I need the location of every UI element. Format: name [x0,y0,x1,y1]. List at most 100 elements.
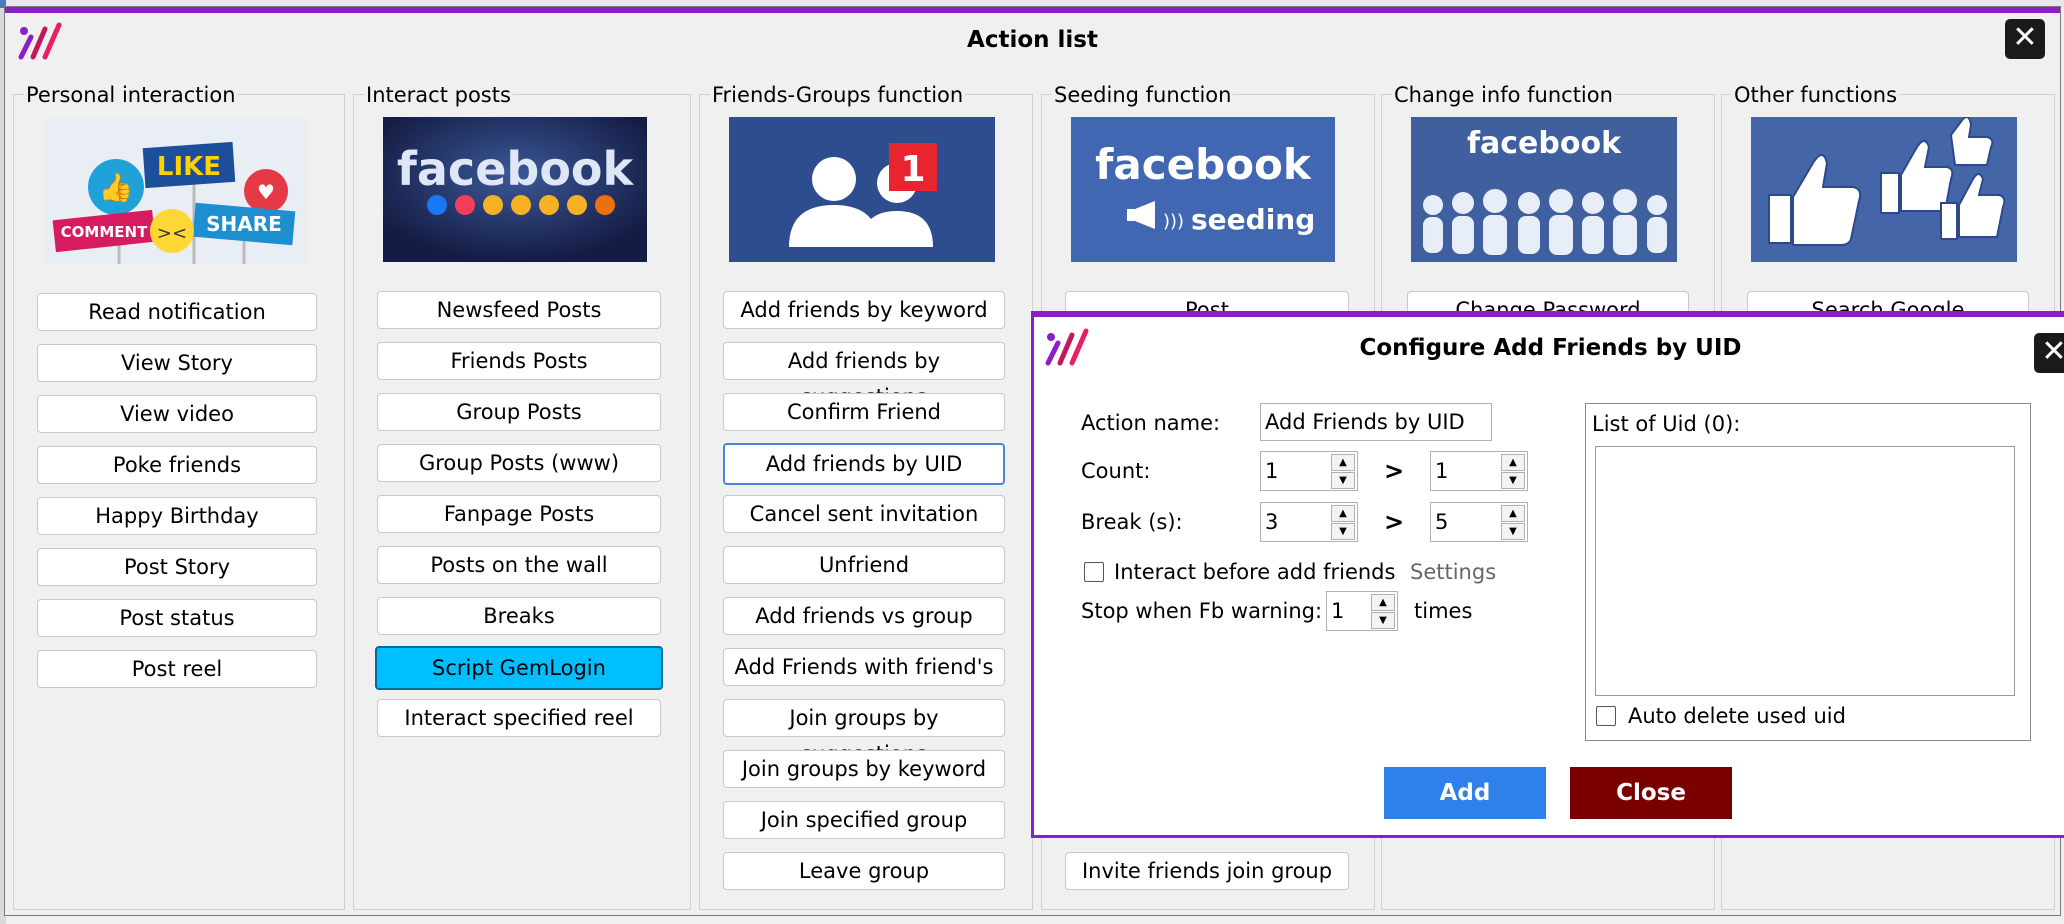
spin-up-icon[interactable]: ▲ [1501,454,1525,471]
break-min-value: 3 [1265,510,1279,534]
btn-friends-posts[interactable]: Friends Posts [377,342,661,380]
group-label: Personal interaction [24,83,238,107]
btn-unfriend[interactable]: Unfriend [723,546,1005,584]
break-label: Break (s): [1081,510,1183,534]
dialog-title: Configure Add Friends by UID [1359,335,1742,361]
break-min-stepper[interactable]: 3 ▲ ▼ [1260,502,1358,542]
group-label: Interact posts [364,83,513,107]
window-close-button[interactable]: ✕ [2005,19,2045,59]
break-max-value: 5 [1435,510,1449,534]
btn-group-posts[interactable]: Group Posts [377,393,661,431]
spin-up-icon[interactable]: ▲ [1331,505,1355,522]
like-comment-share-image: 👍 LIKE ♥ SHARE COMMENT >< [44,119,308,264]
btn-join-groups-by-keyword[interactable]: Join groups by keyword [723,750,1005,788]
count-max-stepper[interactable]: 1 ▲ ▼ [1430,451,1528,491]
svg-text:seeding: seeding [1191,203,1315,236]
btn-poke-friends[interactable]: Poke friends [37,446,317,484]
btn-happy-birthday[interactable]: Happy Birthday [37,497,317,535]
close-icon: ✕ [2041,334,2064,369]
btn-newsfeed-posts[interactable]: Newsfeed Posts [377,291,661,329]
btn-add-friends-with-friends[interactable]: Add Friends with friend's [723,648,1005,686]
btn-view-video[interactable]: View video [37,395,317,433]
btn-add-friends-by-keyword[interactable]: Add friends by keyword [723,291,1005,329]
btn-leave-group[interactable]: Leave group [723,852,1005,890]
btn-add-friends-vs-group[interactable]: Add friends vs group [723,597,1005,635]
btn-confirm-friend[interactable]: Confirm Friend [723,393,1005,431]
group-label: Change info function [1392,83,1615,107]
count-max-value: 1 [1435,459,1449,483]
btn-invite-friends-join-group[interactable]: Invite friends join group [1065,852,1349,890]
btn-posts-on-the-wall[interactable]: Posts on the wall [377,546,661,584]
btn-cancel-sent-invitation[interactable]: Cancel sent invitation [723,495,1005,533]
facebook-seeding-image: facebook ))) seeding [1071,117,1335,262]
facebook-crowd-image: facebook [1411,117,1677,262]
btn-join-groups-by-suggestions[interactable]: Join groups by suggestions [723,699,1005,766]
svg-text:👍: 👍 [99,171,134,204]
svg-text:><: >< [157,223,187,244]
svg-text:SHARE: SHARE [206,212,282,236]
stop-warning-label: Stop when Fb warning: [1081,599,1323,623]
auto-delete-checkbox[interactable] [1596,706,1616,726]
svg-text:facebook: facebook [1467,126,1622,161]
facebook-reactions-image: facebook [383,117,647,262]
dialog-close-button[interactable]: ✕ [2034,333,2064,373]
settings-link[interactable]: Settings [1410,560,1496,584]
auto-delete-label: Auto delete used uid [1628,704,1846,728]
svg-text:COMMENT: COMMENT [61,223,148,241]
svg-text:♥: ♥ [257,180,275,204]
action-name-label: Action name: [1081,411,1221,435]
spin-up-icon[interactable]: ▲ [1331,454,1355,471]
range-symbol: > [1384,457,1405,485]
btn-add-friends-by-suggestions[interactable]: Add friends by suggestions [723,342,1005,409]
btn-view-story[interactable]: View Story [37,344,317,382]
btn-add-friends-by-uid[interactable]: Add friends by UID [723,443,1005,485]
group-label: Friends-Groups function [710,83,966,107]
uid-list-textarea[interactable] [1595,446,2015,696]
btn-script-gemlogin[interactable]: Script GemLogin [375,646,663,690]
spin-up-icon[interactable]: ▲ [1371,594,1395,611]
group-label: Other functions [1732,83,1900,107]
group-label: Seeding function [1052,83,1234,107]
close-icon: ✕ [2012,20,2038,55]
spin-down-icon[interactable]: ▼ [1331,523,1355,540]
range-symbol: > [1384,508,1405,536]
btn-post-reel[interactable]: Post reel [37,650,317,688]
window-title: Action list [967,27,1098,53]
spin-down-icon[interactable]: ▼ [1501,472,1525,489]
btn-post-status[interactable]: Post status [37,599,317,637]
close-button[interactable]: Close [1570,767,1732,819]
spin-down-icon[interactable]: ▼ [1501,523,1525,540]
btn-fanpage-posts[interactable]: Fanpage Posts [377,495,661,533]
count-min-stepper[interactable]: 1 ▲ ▼ [1260,451,1358,491]
uid-list-panel: List of Uid (0): Auto delete used uid [1585,403,2031,741]
spin-down-icon[interactable]: ▼ [1331,472,1355,489]
svg-text:))): ))) [1163,211,1184,232]
window-accent-bar [5,7,2060,13]
btn-interact-specified-reel[interactable]: Interact specified reel [377,699,661,737]
btn-breaks[interactable]: Breaks [377,597,661,635]
thumbs-up-image [1751,117,2017,262]
friend-request-image: 1 [729,117,995,262]
configure-dialog: Configure Add Friends by UID ✕ Action na… [1031,311,2064,838]
stop-warning-value: 1 [1331,599,1345,623]
svg-text:facebook: facebook [1095,140,1312,189]
svg-text:1: 1 [900,149,925,190]
btn-read-notification[interactable]: Read notification [37,293,317,331]
break-max-stepper[interactable]: 5 ▲ ▼ [1430,502,1528,542]
stop-warning-stepper[interactable]: 1 ▲ ▼ [1326,591,1398,631]
btn-join-specified-group[interactable]: Join specified group [723,801,1005,839]
svg-text:facebook: facebook [397,142,635,196]
btn-post-story[interactable]: Post Story [37,548,317,586]
add-button[interactable]: Add [1384,767,1546,819]
uid-list-label: List of Uid (0): [1592,412,1741,436]
stop-warning-unit: times [1414,599,1473,623]
count-min-value: 1 [1265,459,1279,483]
interact-before-checkbox[interactable] [1084,562,1104,582]
interact-before-label: Interact before add friends [1114,560,1396,584]
count-label: Count: [1081,459,1151,483]
spin-down-icon[interactable]: ▼ [1371,612,1395,629]
svg-text:LIKE: LIKE [157,152,221,182]
spin-up-icon[interactable]: ▲ [1501,505,1525,522]
action-name-field[interactable]: Add Friends by UID [1260,403,1492,441]
btn-group-posts-www[interactable]: Group Posts (www) [377,444,661,482]
